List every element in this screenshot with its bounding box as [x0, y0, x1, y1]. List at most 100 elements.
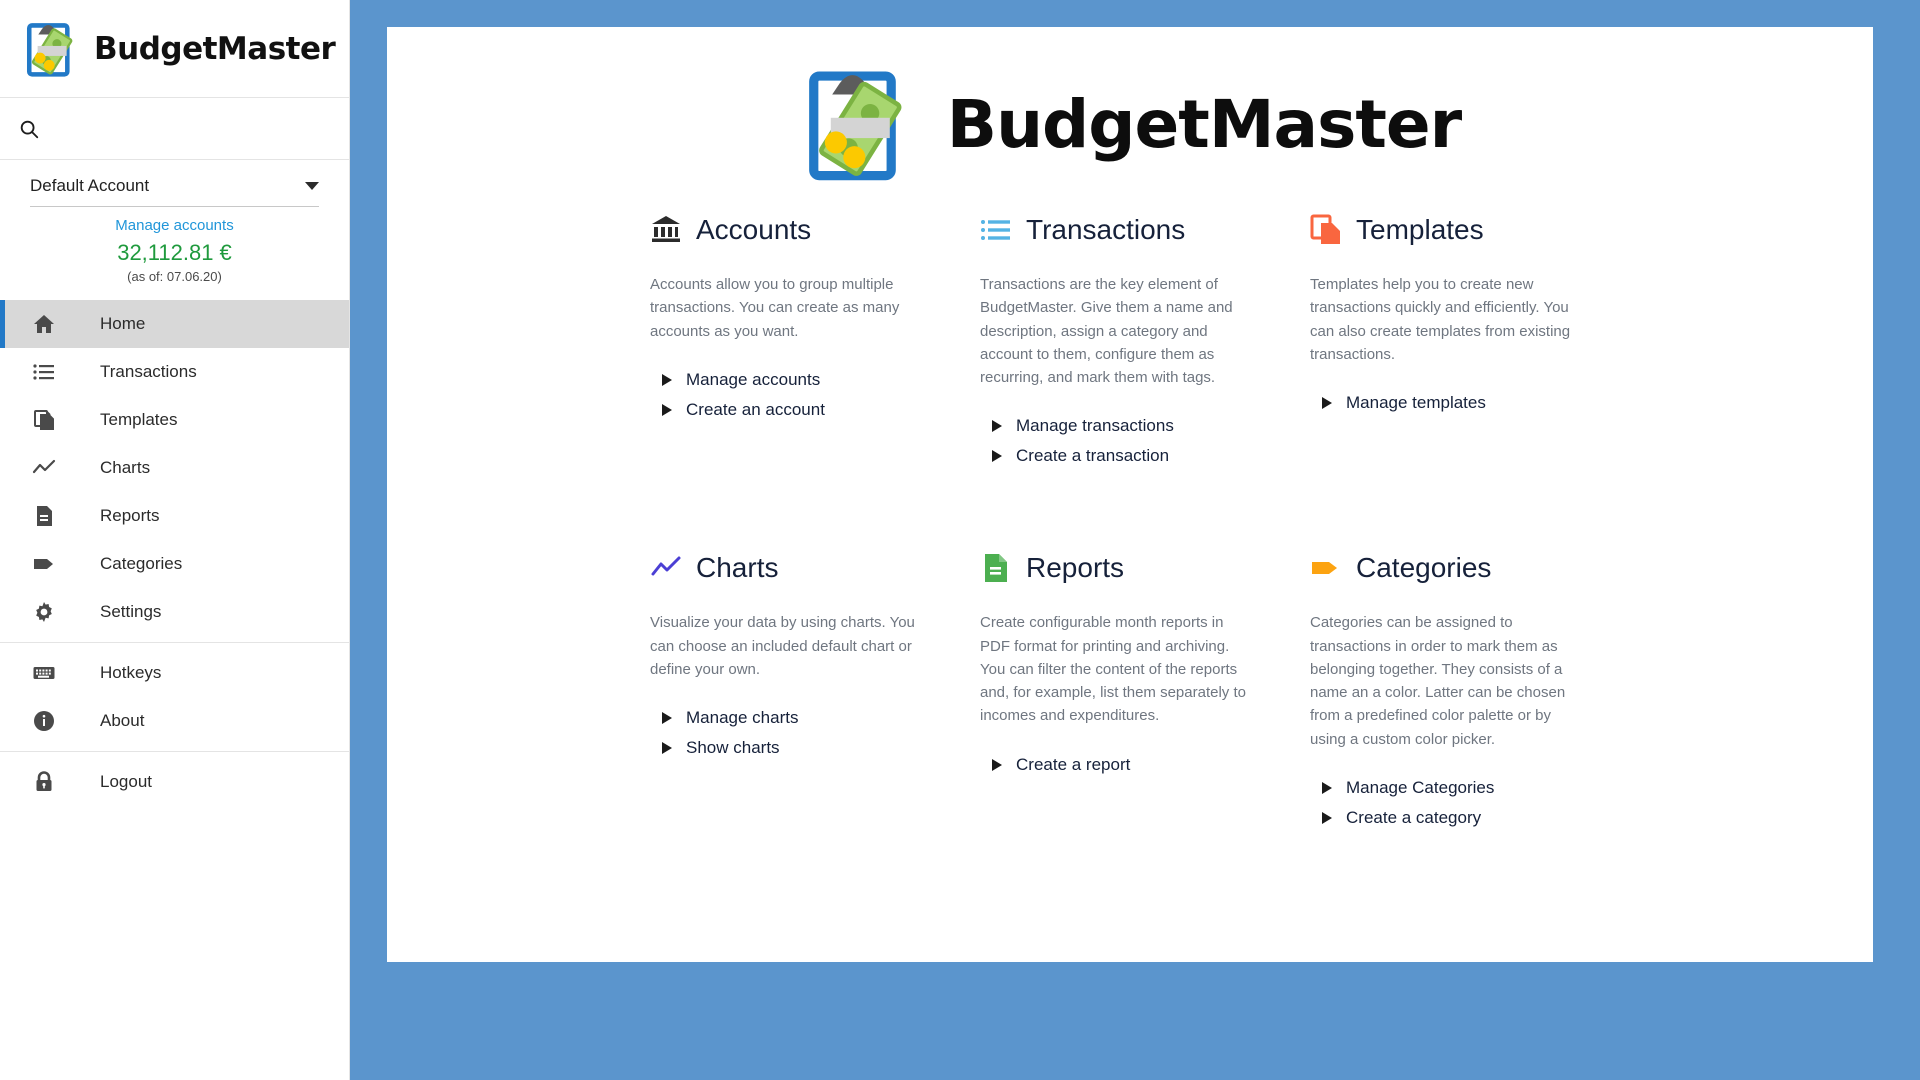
- sidebar-item-logout[interactable]: Logout: [0, 758, 349, 806]
- nav-divider: [0, 751, 349, 752]
- copy-icon: [30, 406, 58, 434]
- link-label: Create a transaction: [1016, 446, 1170, 466]
- feature-title: Templates: [1356, 214, 1484, 245]
- link-label: Create an account: [686, 399, 825, 419]
- brand-title: BudgetMaster: [94, 30, 336, 67]
- account-selector-section: Default Account Manage accounts 32,112.8…: [0, 160, 349, 284]
- triangle-right-icon: [992, 450, 1002, 463]
- info-icon: [30, 707, 58, 735]
- feature-header: Categories: [1310, 545, 1610, 591]
- home-icon: [30, 310, 58, 338]
- triangle-right-icon: [1322, 397, 1332, 409]
- sidebar-item-label: Categories: [100, 554, 183, 573]
- sidebar-item-templates[interactable]: Templates: [0, 396, 349, 444]
- line-chart-icon: [30, 454, 58, 482]
- feature-accounts: Accounts Accounts allow you to group mul…: [650, 207, 950, 507]
- link-label: Create a report: [1016, 754, 1131, 774]
- dashboard-card: BudgetMaster Accounts Accounts allow you…: [387, 27, 1873, 962]
- search-bar[interactable]: [0, 98, 349, 160]
- link-label: Create a category: [1346, 807, 1482, 827]
- tag-icon: [30, 550, 58, 578]
- triangle-right-icon: [992, 758, 1002, 771]
- copy-orange-icon: [1310, 214, 1342, 246]
- link-create-an-account[interactable]: Create an account: [650, 395, 950, 425]
- main-content: BudgetMaster Accounts Accounts allow you…: [350, 0, 1920, 1080]
- feature-links: Create a report: [980, 750, 1280, 780]
- clipboard-money-icon: [22, 20, 80, 78]
- link-manage-categories[interactable]: Manage Categories: [1310, 773, 1610, 803]
- feature-links: Manage templates: [1310, 388, 1610, 418]
- lock-icon: [30, 768, 58, 796]
- feature-title: Reports: [1026, 552, 1125, 584]
- application-window: BudgetMaster Default Account Manage acco…: [0, 0, 1920, 1080]
- feature-categories: Categories Categories can be assigned to…: [1310, 545, 1610, 869]
- link-label: Manage templates: [1346, 393, 1486, 412]
- sidebar-item-charts[interactable]: Charts: [0, 444, 349, 492]
- triangle-right-icon: [662, 742, 672, 754]
- sidebar-item-label: Charts: [100, 458, 151, 477]
- sidebar-item-label: Reports: [100, 506, 160, 525]
- document-green-icon: [980, 552, 1012, 584]
- tag-orange-icon: [1310, 552, 1342, 584]
- search-input[interactable]: [50, 120, 300, 137]
- feature-links: Manage Categories Create a category: [1310, 773, 1610, 833]
- feature-header: Charts: [650, 545, 950, 591]
- link-manage-templates[interactable]: Manage templates: [1310, 388, 1610, 418]
- triangle-right-icon: [992, 420, 1002, 433]
- account-balance-date: (as of: 07.06.20): [127, 269, 222, 284]
- feature-title: Charts: [696, 552, 779, 584]
- feature-header: Transactions: [980, 207, 1280, 253]
- link-create-a-category[interactable]: Create a category: [1310, 803, 1610, 833]
- triangle-right-icon: [1322, 811, 1332, 824]
- account-dropdown-value: Default Account: [30, 176, 150, 195]
- feature-header: Reports: [980, 545, 1280, 591]
- link-show-charts[interactable]: Show charts: [650, 733, 950, 763]
- sidebar-item-label: Hotkeys: [100, 663, 162, 682]
- sidebar-item-categories[interactable]: Categories: [0, 540, 349, 588]
- link-create-a-transaction[interactable]: Create a transaction: [980, 441, 1280, 471]
- feature-charts: Charts Visualize your data by using char…: [650, 545, 950, 869]
- nav-divider: [0, 642, 349, 643]
- feature-transactions: Transactions Transactions are the key el…: [980, 207, 1280, 507]
- sidebar: BudgetMaster Default Account Manage acco…: [0, 0, 350, 1080]
- link-label: Manage accounts: [686, 369, 821, 389]
- sidebar-item-home[interactable]: Home: [0, 300, 349, 348]
- clipboard-money-icon: [799, 65, 917, 183]
- feature-description: Transactions are the key element of Budg…: [980, 276, 1233, 386]
- sidebar-item-label: Transactions: [100, 362, 197, 381]
- feature-header: Templates: [1310, 207, 1610, 253]
- link-manage-accounts[interactable]: Manage accounts: [650, 365, 950, 395]
- chevron-down-icon: [305, 182, 319, 190]
- sidebar-brand: BudgetMaster: [0, 0, 349, 98]
- sidebar-item-transactions[interactable]: Transactions: [0, 348, 349, 396]
- account-dropdown[interactable]: Default Account: [30, 176, 319, 207]
- feature-description: Visualize your data by using charts. You…: [650, 614, 915, 678]
- hero-header: BudgetMaster: [387, 65, 1873, 183]
- feature-header: Accounts: [650, 207, 950, 253]
- sidebar-item-label: Logout: [100, 772, 152, 791]
- link-create-a-report[interactable]: Create a report: [980, 750, 1280, 780]
- triangle-right-icon: [662, 403, 672, 416]
- triangle-right-icon: [662, 712, 672, 724]
- gear-icon: [30, 598, 58, 626]
- sidebar-item-settings[interactable]: Settings: [0, 588, 349, 636]
- line-chart-purple-icon: [650, 552, 682, 584]
- bank-icon: [650, 214, 682, 246]
- feature-links: Manage transactions Create a transaction: [980, 411, 1280, 471]
- sidebar-navigation: Home Transactions Templates Charts Repor…: [0, 300, 349, 806]
- sidebar-item-hotkeys[interactable]: Hotkeys: [0, 649, 349, 697]
- link-label: Show charts: [686, 738, 780, 757]
- feature-links: Manage accounts Create an account: [650, 365, 950, 425]
- feature-description: Create configurable month reports in PDF…: [980, 614, 1246, 725]
- manage-accounts-link[interactable]: Manage accounts: [30, 217, 319, 234]
- features-grid: Accounts Accounts allow you to group mul…: [387, 207, 1873, 869]
- feature-title: Accounts: [696, 214, 812, 245]
- sidebar-item-about[interactable]: About: [0, 697, 349, 745]
- link-manage-transactions[interactable]: Manage transactions: [980, 411, 1280, 441]
- feature-description: Templates help you to create new transac…: [1310, 276, 1571, 363]
- link-manage-charts[interactable]: Manage charts: [650, 703, 950, 733]
- triangle-right-icon: [662, 373, 672, 386]
- sidebar-item-reports[interactable]: Reports: [0, 492, 349, 540]
- feature-links: Manage charts Show charts: [650, 703, 950, 763]
- keyboard-icon: [30, 659, 58, 687]
